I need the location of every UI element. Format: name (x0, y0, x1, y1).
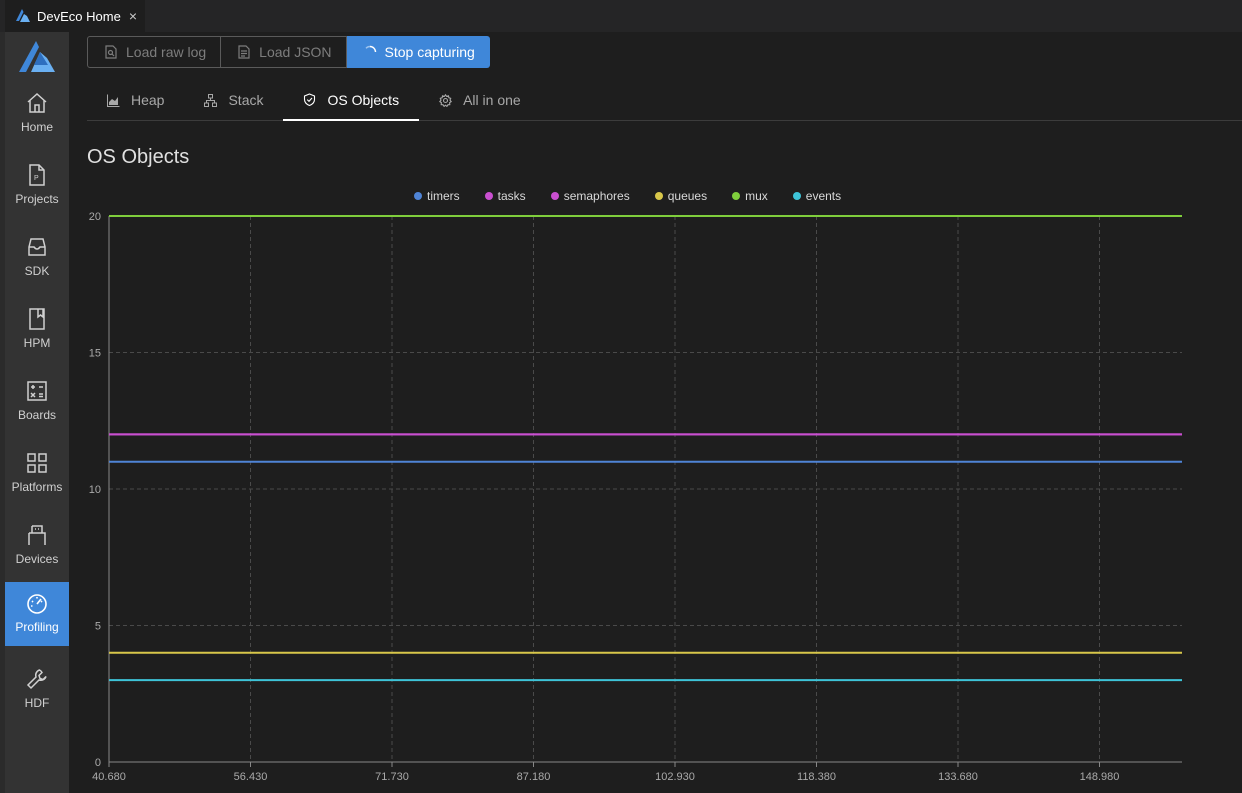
bookmark-icon (29, 308, 45, 330)
grid-icon (27, 453, 47, 473)
legend-swatch (550, 192, 559, 200)
x-tick-label: 40.680 (92, 771, 126, 783)
file-text-icon (238, 45, 250, 59)
legend-label: timers (427, 189, 460, 203)
deveco-logo-icon (16, 9, 30, 22)
legend-item-mux[interactable]: mux (732, 189, 768, 203)
legend-item-semaphores[interactable]: semaphores (550, 189, 630, 203)
x-tick-label: 148.980 (1080, 771, 1120, 783)
sidebar-item-label: HDF (24, 696, 50, 710)
usb-icon (28, 525, 46, 545)
x-tick-label: 71.730 (375, 771, 409, 783)
y-tick-label: 0 (95, 757, 101, 769)
profiling-tabs: Heap Stack OS Objects All in one (87, 80, 1242, 121)
editor-tab-title: DevEco Home (37, 8, 121, 24)
sidebar-item-sdk[interactable]: SDK (5, 226, 69, 290)
sidebar-item-label: HPM (23, 336, 51, 350)
legend-label: semaphores (563, 189, 630, 203)
tab-os-objects[interactable]: OS Objects (283, 80, 420, 121)
sidebar-item-projects[interactable]: P Projects (5, 154, 69, 218)
x-tick-label: 102.930 (655, 771, 695, 783)
load-json-label: Load JSON (259, 44, 332, 60)
x-tick-label: 87.180 (517, 771, 551, 783)
load-json-button[interactable]: Load JSON (221, 36, 347, 68)
capture-toolbar: Load raw log Load JSON Stop capturing (87, 36, 490, 68)
home-icon (27, 92, 47, 113)
x-tick-label: 56.430 (234, 771, 268, 783)
chart-legend: timers tasks semaphores queues mux events (414, 189, 866, 203)
sidebar-item-hdf[interactable]: HDF (5, 658, 69, 722)
speedometer-icon (27, 594, 47, 614)
legend-swatch (732, 192, 741, 200)
sidebar-item-label: Boards (17, 408, 57, 422)
editor-tab-bar: DevEco Home × (0, 0, 1242, 32)
y-tick-label: 15 (89, 348, 101, 360)
sidebar-item-devices[interactable]: Devices (5, 514, 69, 578)
x-tick-label: 118.380 (797, 771, 836, 783)
os-objects-line-chart: 0 5 10 15 20 40.680 56.430 71.730 87.180 102.930 1… (89, 211, 1182, 783)
legend-swatch (654, 192, 663, 200)
tab-label: Heap (131, 92, 165, 108)
deveco-brand-logo-icon (19, 41, 55, 72)
tab-all-in-one[interactable]: All in one (419, 80, 541, 120)
tab-label: Stack (228, 92, 264, 108)
sidebar: Home P Projects SDK HPM Boards Platforms… (0, 32, 69, 793)
sidebar-item-platforms[interactable]: Platforms (5, 442, 69, 506)
tab-label: OS Objects (327, 91, 400, 108)
sidebar-item-label: Projects (15, 192, 59, 206)
sidebar-item-label: Devices (15, 552, 59, 566)
legend-label: events (805, 189, 842, 203)
legend-item-tasks[interactable]: tasks (484, 189, 526, 203)
x-tick-label: 133.680 (938, 771, 978, 783)
gear-icon (439, 93, 453, 107)
project-file-icon: P (29, 164, 45, 186)
svg-text:P: P (34, 175, 39, 182)
sidebar-item-hpm[interactable]: HPM (5, 298, 69, 362)
y-tick-label: 10 (89, 484, 101, 496)
file-search-icon (105, 45, 117, 59)
tab-label: All in one (463, 92, 521, 108)
legend-swatch (792, 192, 801, 200)
legend-item-timers[interactable]: timers (414, 189, 460, 203)
shield-check-icon (304, 93, 316, 106)
page-title: OS Objects (87, 146, 190, 168)
main-content: Load raw log Load JSON Stop capturing He… (69, 32, 1242, 793)
sidebar-item-label: SDK (24, 264, 50, 278)
wrench-icon (26, 669, 47, 690)
load-raw-log-label: Load raw log (126, 44, 207, 60)
load-raw-log-button[interactable]: Load raw log (87, 36, 222, 68)
sidebar-item-profiling[interactable]: Profiling (5, 582, 69, 646)
legend-label: queues (667, 189, 708, 203)
sidebar-item-label: Platforms (11, 480, 63, 494)
sidebar-item-home[interactable]: Home (5, 82, 69, 146)
tab-heap[interactable]: Heap (87, 80, 184, 120)
calculator-icon (27, 381, 47, 401)
loading-spinner-icon (365, 45, 376, 53)
sidebar-item-boards[interactable]: Boards (5, 370, 69, 434)
inbox-icon (28, 238, 46, 256)
sidebar-item-label: Home (20, 120, 53, 134)
legend-item-queues[interactable]: queues (654, 189, 708, 203)
legend-item-events[interactable]: events (792, 189, 842, 203)
tab-stack[interactable]: Stack (184, 80, 283, 120)
stop-capturing-button[interactable]: Stop capturing (346, 36, 490, 68)
legend-swatch (484, 192, 493, 200)
y-tick-label: 20 (89, 211, 101, 223)
y-tick-label: 5 (95, 621, 101, 633)
legend-swatch (414, 192, 422, 200)
close-icon[interactable]: × (129, 8, 137, 24)
hierarchy-icon (204, 93, 218, 107)
legend-label: mux (745, 189, 768, 203)
legend-label: tasks (497, 189, 526, 203)
area-chart-icon (107, 94, 120, 107)
editor-tab-deveco-home[interactable]: DevEco Home × (5, 0, 145, 32)
stop-capturing-label: Stop capturing (384, 44, 475, 60)
sidebar-item-label: Profiling (15, 620, 59, 634)
